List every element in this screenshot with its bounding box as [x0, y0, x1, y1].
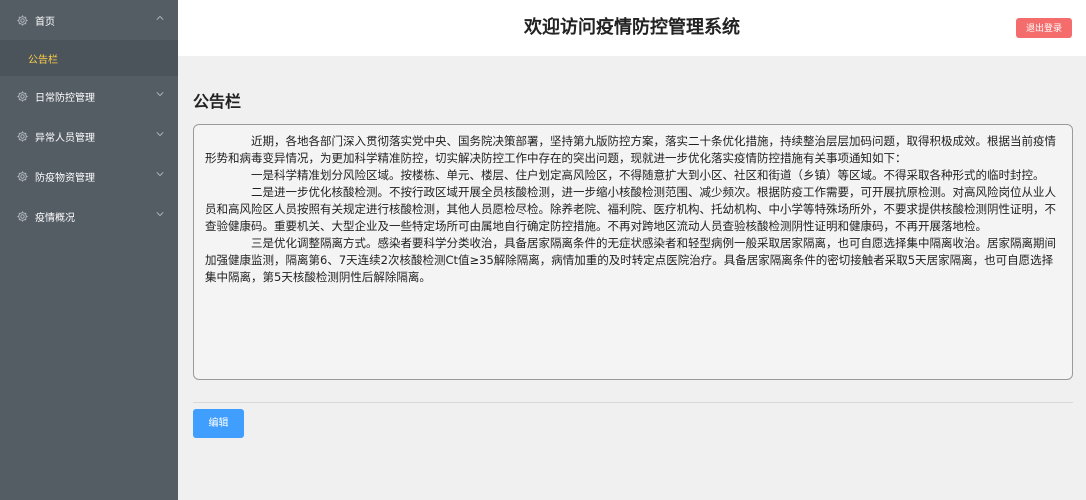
chevron-down-icon [156, 170, 164, 178]
gear-icon [16, 130, 29, 143]
chevron-down-icon [156, 90, 164, 98]
divider [193, 402, 1073, 403]
chevron-down-icon [156, 130, 164, 138]
sidebar-item-abnormal-personnel[interactable]: 异常人员管理 [0, 116, 178, 156]
sidebar-item-daily-prevention[interactable]: 日常防控管理 [0, 76, 178, 116]
header: 欢迎访问疫情防控管理系统 退出登录 [178, 0, 1086, 56]
sidebar-item-supplies[interactable]: 防疫物资管理 [0, 156, 178, 196]
sidebar-item-label: 疫情概况 [35, 212, 75, 224]
notice-paragraph: 二是进一步优化核酸检测。不按行政区域开展全员核酸检测，进一步缩小核酸检测范围、减… [205, 185, 1056, 233]
sidebar-item-label: 防疫物资管理 [35, 172, 95, 184]
gear-icon [16, 210, 29, 223]
section-title: 公告栏 [193, 92, 242, 111]
logout-button[interactable]: 退出登录 [1016, 18, 1072, 38]
sidebar-item-label: 异常人员管理 [35, 132, 95, 144]
edit-button[interactable]: 编辑 [193, 409, 244, 438]
chevron-up-icon [156, 14, 164, 22]
notice-textarea[interactable]: 近期，各地各部门深入贯彻落实党中央、国务院决策部署，坚持第九版防控方案，落实二十… [193, 124, 1073, 380]
notice-paragraph: 一是科学精准划分风险区域。按楼栋、单元、楼层、住户划定高风险区，不得随意扩大到小… [251, 168, 1045, 182]
chevron-down-icon [156, 210, 164, 218]
sidebar-item-label: 日常防控管理 [35, 92, 95, 104]
sidebar-item-label: 首页 [35, 16, 55, 28]
sidebar-item-overview[interactable]: 疫情概况 [0, 196, 178, 236]
gear-icon [16, 170, 29, 183]
notice-paragraph: 近期，各地各部门深入贯彻落实党中央、国务院决策部署，坚持第九版防控方案，落实二十… [205, 134, 1056, 165]
gear-icon [16, 90, 29, 103]
main-content: 公告栏 近期，各地各部门深入贯彻落实党中央、国务院决策部署，坚持第九版防控方案，… [178, 56, 1086, 500]
gear-icon [16, 14, 29, 27]
sidebar-subitem-notice-board[interactable]: 公告栏 [0, 40, 178, 76]
sidebar: 首页 公告栏 日常防控管理 异常人员管理 防疫物资管理 疫情概况 [0, 0, 178, 500]
notice-paragraph: 三是优化调整隔离方式。感染者要科学分类收治，具备居家隔离条件的无症状感染者和轻型… [205, 236, 1056, 284]
sidebar-item-home[interactable]: 首页 [0, 0, 178, 40]
page-title: 欢迎访问疫情防控管理系统 [524, 17, 740, 38]
